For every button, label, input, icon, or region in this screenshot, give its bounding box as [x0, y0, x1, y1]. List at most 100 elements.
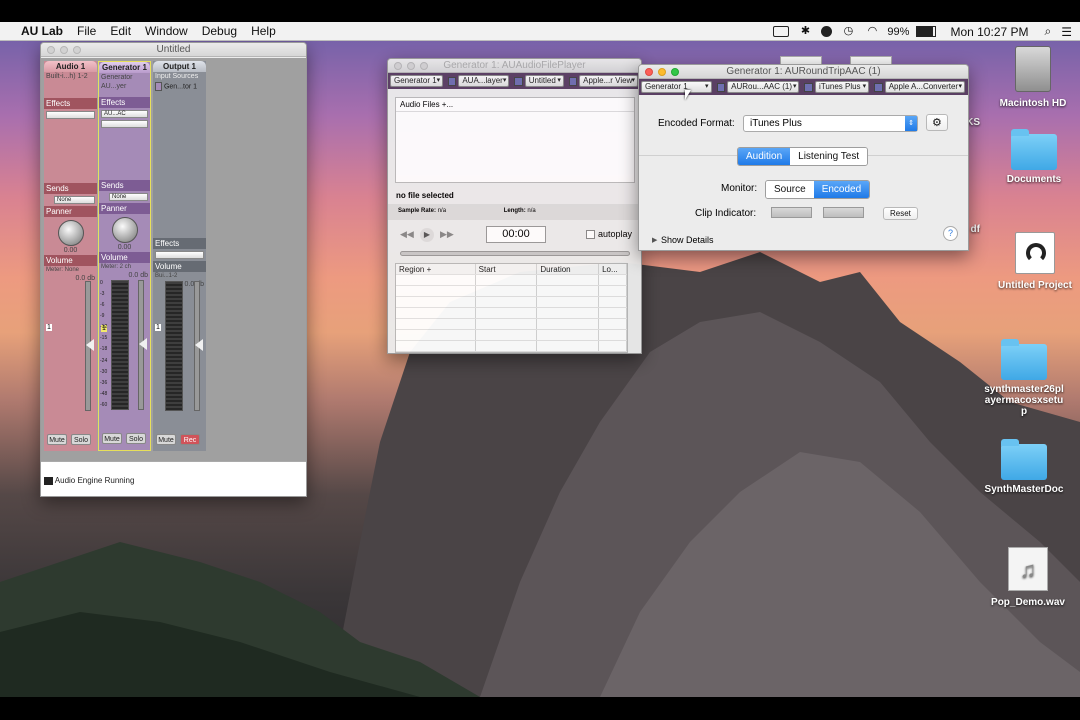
send-popup[interactable]: None: [109, 193, 148, 201]
close-button[interactable]: [645, 68, 653, 76]
send-popup[interactable]: None: [54, 196, 95, 204]
view-popup[interactable]: Apple...r View: [579, 75, 639, 87]
view-popup[interactable]: Apple A...Converter: [884, 81, 965, 93]
mute-button[interactable]: Mute: [47, 434, 67, 445]
tab-listening-test[interactable]: Listening Test: [790, 148, 868, 165]
desktop-icon-untitled-project[interactable]: Untitled Project: [985, 232, 1080, 291]
column-start[interactable]: Start: [476, 264, 538, 274]
letterbox-top: [0, 0, 1080, 22]
column-region[interactable]: Region +: [396, 264, 476, 274]
tab-audition[interactable]: Audition: [738, 148, 791, 165]
disclosure-triangle-icon[interactable]: ▶: [652, 236, 657, 244]
track-number: 1: [155, 324, 161, 331]
minimize-button[interactable]: [658, 68, 666, 76]
desktop-icon-documents[interactable]: Documents: [984, 129, 1080, 185]
fader-handle[interactable]: [86, 339, 94, 351]
preset-popup[interactable]: iTunes Plus: [815, 81, 870, 93]
pan-knob[interactable]: [57, 220, 84, 246]
plugin-popup[interactable]: AUA...layer: [458, 75, 510, 87]
table-row[interactable]: [396, 297, 627, 308]
pan-knob[interactable]: [111, 217, 138, 243]
close-button[interactable]: [47, 46, 55, 54]
settings-gear-icon[interactable]: ⚙: [926, 114, 948, 131]
strip-header[interactable]: Audio 1: [44, 61, 97, 72]
generator-plugin[interactable]: AU...yer: [99, 82, 150, 97]
fader-handle[interactable]: [139, 338, 147, 350]
aulab-main-window: Untitled Audio 1 Built-i...h) 1-2 Effect…: [40, 42, 307, 497]
effect-slot[interactable]: [155, 251, 204, 259]
desktop-icon-macintosh-hd[interactable]: Macintosh HD: [983, 46, 1080, 109]
timemachine-icon[interactable]: ◷: [840, 26, 856, 37]
menu-file[interactable]: File: [70, 24, 103, 38]
mute-button[interactable]: Mute: [102, 433, 122, 444]
strip-input[interactable]: Generator: [99, 73, 150, 82]
wifi-icon[interactable]: ◠: [864, 26, 880, 37]
effect-slot[interactable]: AU...AC: [101, 110, 148, 118]
monitor-encoded-button[interactable]: Encoded: [813, 181, 870, 198]
battery-icon[interactable]: [916, 26, 937, 37]
table-row[interactable]: [396, 341, 627, 352]
title-bar[interactable]: Untitled: [41, 43, 306, 57]
strip-header[interactable]: Generator 1: [99, 62, 150, 73]
meter-label: Meter: None: [46, 267, 80, 273]
menu-clock[interactable]: Mon 10:27 PM: [940, 25, 1038, 39]
preset-popup[interactable]: Untitled: [524, 75, 564, 87]
effect-slot-empty[interactable]: [101, 120, 148, 128]
screen-record-icon[interactable]: [773, 26, 790, 37]
column-duration[interactable]: Duration: [537, 264, 600, 274]
solo-button[interactable]: Solo: [71, 434, 91, 445]
encoded-format-popup[interactable]: iTunes Plus ⇕: [743, 115, 918, 132]
zoom-button[interactable]: [671, 68, 679, 76]
spotlight-icon[interactable]: ⌕: [1039, 24, 1058, 39]
meter-scale-tick: -24: [100, 357, 108, 364]
minimize-button[interactable]: [407, 62, 415, 70]
table-row[interactable]: [396, 275, 627, 286]
meter-scale-tick: -6: [100, 302, 105, 309]
autoplay-checkbox[interactable]: [586, 230, 595, 239]
desktop-icon-synthmasterdoc[interactable]: SynthMasterDoc: [974, 439, 1074, 495]
evernote-icon[interactable]: [821, 26, 833, 37]
strip-header[interactable]: Output 1: [153, 61, 206, 72]
table-row[interactable]: [396, 330, 627, 341]
bluetooth-icon[interactable]: ✱: [797, 26, 813, 37]
rewind-icon[interactable]: ◀◀: [400, 229, 414, 240]
close-button[interactable]: [394, 62, 402, 70]
strip-input[interactable]: Built-i...h) 1-2: [44, 72, 97, 98]
fader-handle[interactable]: [195, 339, 203, 351]
menu-app-name[interactable]: AU Lab: [14, 24, 70, 38]
position-slider[interactable]: [400, 251, 630, 256]
menu-debug[interactable]: Debug: [195, 24, 244, 38]
notification-center-icon[interactable]: ☰: [1057, 25, 1080, 39]
record-button[interactable]: Rec: [180, 434, 200, 445]
menu-help[interactable]: Help: [244, 24, 283, 38]
track-popup[interactable]: Generator 1: [641, 81, 712, 93]
effect-slot[interactable]: [46, 111, 95, 119]
menu-window[interactable]: Window: [138, 24, 195, 38]
desktop-icon-synthmaster-setup[interactable]: synthmaster26playermacosxsetup: [974, 339, 1074, 417]
table-row[interactable]: [396, 286, 627, 297]
track-popup[interactable]: Generator 1: [390, 75, 444, 87]
minimize-button[interactable]: [60, 46, 68, 54]
fast-forward-icon[interactable]: ▶▶: [440, 229, 454, 240]
show-details-label[interactable]: Show Details: [661, 235, 714, 245]
solo-button[interactable]: Solo: [126, 433, 146, 444]
menu-edit[interactable]: Edit: [103, 24, 138, 38]
table-row[interactable]: [396, 319, 627, 330]
title-bar[interactable]: Generator 1: AUAudioFilePlayer: [388, 59, 641, 73]
plugin-popup[interactable]: AURou...AAC (1): [727, 81, 800, 93]
battery-percent[interactable]: 99%: [884, 26, 912, 38]
audio-files-list[interactable]: Audio Files +...: [395, 97, 635, 183]
mute-button[interactable]: Mute: [156, 434, 176, 445]
zoom-button[interactable]: [73, 46, 81, 54]
table-row[interactable]: [396, 308, 627, 319]
column-loop[interactable]: Lo...: [599, 264, 627, 274]
audio-files-header[interactable]: Audio Files +...: [396, 98, 634, 112]
desktop-icon-pop-demo[interactable]: ♫ Pop_Demo.wav: [978, 547, 1078, 608]
monitor-source-button[interactable]: Source: [766, 181, 814, 198]
reset-button[interactable]: Reset: [883, 207, 918, 220]
play-icon[interactable]: ▶: [420, 228, 434, 242]
help-button[interactable]: ?: [943, 226, 958, 241]
zoom-button[interactable]: [420, 62, 428, 70]
input-source[interactable]: Gen...tor 1: [164, 83, 197, 90]
title-bar[interactable]: Generator 1: AURoundTripAAC (1): [639, 65, 968, 79]
